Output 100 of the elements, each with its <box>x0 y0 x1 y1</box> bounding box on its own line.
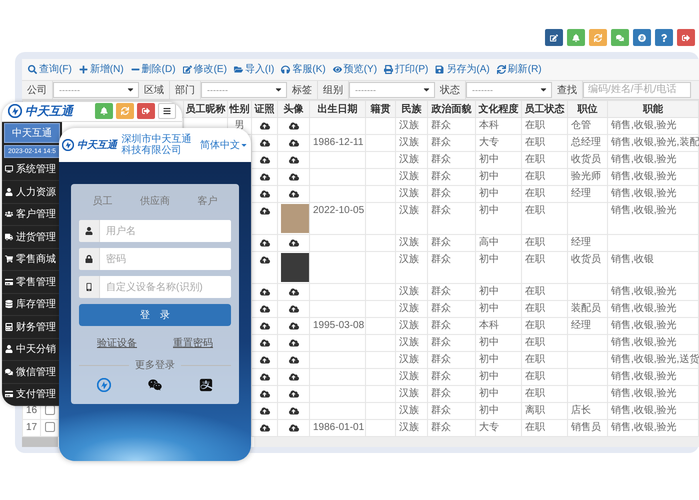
select-field[interactable]: ------- <box>466 82 552 98</box>
sign-out-button[interactable] <box>677 29 695 46</box>
table-cell: 在职 <box>522 334 568 352</box>
upload-icon[interactable] <box>260 238 270 248</box>
upload-icon[interactable] <box>288 155 298 166</box>
refresh-icon <box>121 107 129 116</box>
more-login-label: 更多登录 <box>135 359 175 372</box>
chat-icon <box>5 368 13 376</box>
logo-icon[interactable] <box>97 378 112 392</box>
coin-button[interactable] <box>633 29 651 46</box>
table-cell: 销售,收银,验光,送货 <box>608 352 698 369</box>
input-field[interactable]: 自定义设备名称(识别) <box>79 276 231 298</box>
upload-icon[interactable] <box>260 372 270 382</box>
sidebar-info: 中天互通 <box>4 122 60 142</box>
menu-button[interactable] <box>158 103 176 120</box>
upload-icon[interactable] <box>288 189 298 200</box>
upload-icon[interactable] <box>260 172 270 182</box>
table-cell: 在职 <box>522 318 568 335</box>
login-tab[interactable]: 员工 <box>92 194 113 208</box>
table-cell: 经理 <box>568 186 608 203</box>
table-cell: 在职 <box>522 252 568 284</box>
upload-icon[interactable] <box>288 304 298 314</box>
sign-out-button[interactable] <box>137 103 155 120</box>
table-cell: 销售,收银,验光 <box>608 368 698 386</box>
upload-icon[interactable] <box>260 189 270 200</box>
upload-icon[interactable] <box>288 372 298 382</box>
upload-icon[interactable] <box>288 287 298 298</box>
table-cell: 在职 <box>522 284 568 301</box>
toolbar-button[interactable]: 查询(F) <box>28 62 72 76</box>
upload-icon[interactable] <box>288 406 298 416</box>
toolbar-button[interactable]: 刷新(R) <box>496 62 542 76</box>
table-cell: 群众 <box>428 318 476 335</box>
wechat-icon[interactable] <box>148 378 162 392</box>
language-selector[interactable]: 简体中文 <box>200 138 248 152</box>
table-cell: 群众 <box>428 152 476 169</box>
toolbar-button[interactable]: 打印(P) <box>384 62 428 76</box>
row-checkbox[interactable] <box>44 422 54 432</box>
upload-icon[interactable] <box>260 389 270 400</box>
scrollbar-track[interactable] <box>254 437 699 447</box>
upload-icon[interactable] <box>260 138 270 148</box>
input-field[interactable]: 用户名 <box>79 220 231 242</box>
toolbar-button[interactable]: 修改(E) <box>182 62 227 76</box>
login-tab[interactable]: 客户 <box>197 194 218 208</box>
table-cell: 销售,收银,验光 <box>608 284 698 301</box>
upload-icon[interactable] <box>260 155 270 166</box>
table-cell: 群众 <box>428 334 476 352</box>
refresh-icon <box>594 34 602 42</box>
filter-label: 标签 <box>287 80 318 100</box>
table-cell: 在职 <box>522 118 568 135</box>
search-field[interactable]: 编码/姓名/手机/电话 <box>583 82 691 98</box>
table-cell <box>366 234 396 252</box>
upload-icon[interactable] <box>260 321 270 332</box>
sign-out-icon <box>682 34 690 42</box>
toolbar-button[interactable]: 导入(I) <box>234 62 274 76</box>
link[interactable]: 验证设备 <box>97 336 137 350</box>
link[interactable]: 重置密码 <box>173 336 213 350</box>
column-header: 文化程度 <box>476 100 522 118</box>
input-field[interactable]: 密码 <box>79 248 231 270</box>
upload-icon[interactable] <box>260 287 270 298</box>
upload-icon[interactable] <box>260 255 270 266</box>
upload-icon[interactable] <box>288 423 298 434</box>
upload-icon[interactable] <box>288 338 298 348</box>
monitor-icon <box>5 165 13 174</box>
table-cell: 销售,收银,验光 <box>608 386 698 403</box>
upload-icon[interactable] <box>288 121 298 132</box>
toolbar-button[interactable]: 预览(Y) <box>332 62 378 76</box>
upload-icon[interactable] <box>288 389 298 400</box>
upload-icon[interactable] <box>288 355 298 366</box>
table-cell: 初中 <box>476 386 522 403</box>
upload-icon[interactable] <box>260 338 270 348</box>
login-tab[interactable]: 供应商 <box>140 194 170 208</box>
upload-icon[interactable] <box>260 406 270 416</box>
table-cell: 群众 <box>428 186 476 203</box>
toolbar-button[interactable]: 新增(N) <box>78 62 124 76</box>
scrollbar-thumb[interactable] <box>22 437 58 447</box>
login-button[interactable]: 登 录 <box>79 304 231 326</box>
help-button[interactable] <box>655 29 673 46</box>
upload-icon[interactable] <box>260 121 270 132</box>
save-icon <box>435 64 444 74</box>
upload-icon[interactable] <box>288 138 298 148</box>
toolbar-button[interactable]: 删除(D) <box>130 62 176 76</box>
select-field[interactable]: ------- <box>53 82 139 98</box>
table-cell: 汉族 <box>396 202 428 235</box>
row-checkbox[interactable] <box>44 405 54 416</box>
select-field[interactable]: ------- <box>349 82 435 98</box>
upload-icon[interactable] <box>260 206 270 216</box>
alipay-icon[interactable] <box>198 378 213 392</box>
toolbar-button[interactable]: 客服(K) <box>281 62 326 76</box>
help-icon <box>660 34 668 42</box>
edit-button[interactable] <box>545 29 563 46</box>
upload-icon[interactable] <box>288 321 298 332</box>
select-field[interactable]: ------- <box>201 82 287 98</box>
toolbar-button[interactable]: 另存为(A) <box>435 62 490 76</box>
upload-icon[interactable] <box>260 423 270 434</box>
users-icon <box>5 210 13 218</box>
upload-icon[interactable] <box>288 238 298 248</box>
table-cell: 在职 <box>522 168 568 186</box>
upload-icon[interactable] <box>260 355 270 366</box>
upload-icon[interactable] <box>260 304 270 314</box>
upload-icon[interactable] <box>288 172 298 182</box>
